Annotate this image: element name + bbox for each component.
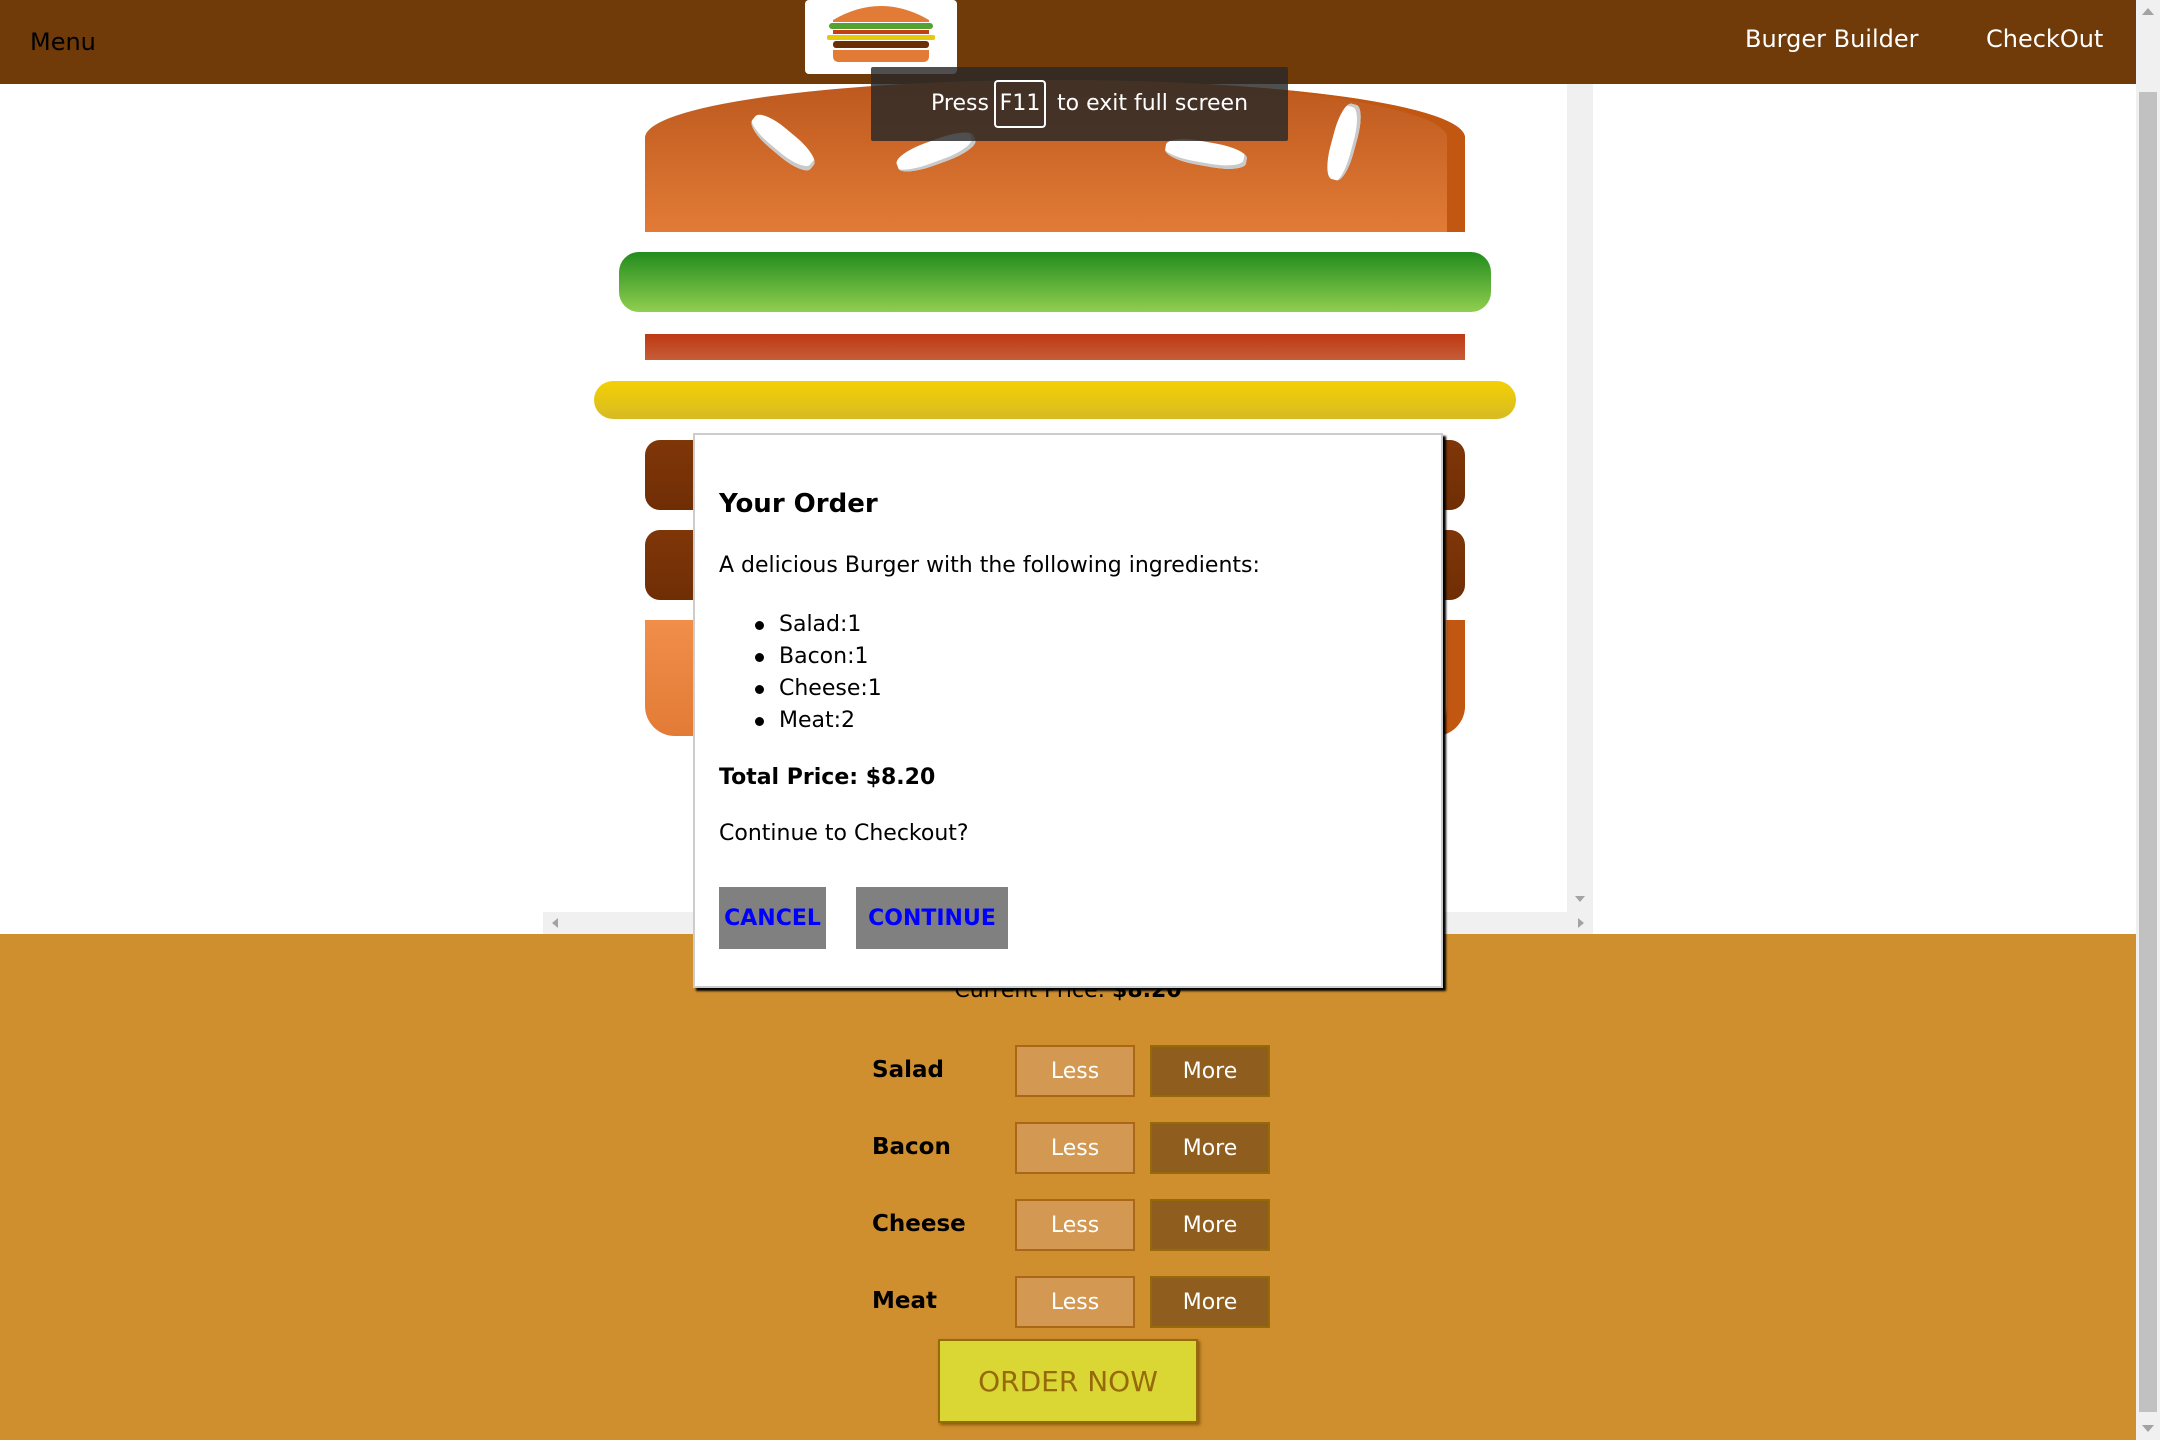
meat-less-button[interactable]: Less — [1015, 1276, 1135, 1328]
page-scrollbar-thumb[interactable] — [2139, 92, 2157, 1412]
meat-more-button[interactable]: More — [1150, 1276, 1270, 1328]
ingredient-label: Bacon — [872, 1134, 951, 1160]
menu-toggle[interactable]: Menu — [30, 28, 96, 56]
seed — [745, 108, 821, 177]
salad-more-button[interactable]: More — [1150, 1045, 1270, 1097]
list-item: Cheese:1 — [755, 673, 882, 705]
bacon-more-button[interactable]: More — [1150, 1122, 1270, 1174]
order-summary-modal: Your Order A delicious Burger with the f… — [693, 433, 1443, 988]
bullet-icon — [755, 685, 764, 694]
ingredient-summary: Cheese:1 — [779, 676, 882, 701]
burger-vertical-scrollbar[interactable] — [1567, 84, 1593, 914]
page-scrollbar[interactable] — [2136, 0, 2160, 1440]
continue-button[interactable]: CONTINUE — [856, 887, 1008, 949]
list-item: Meat:2 — [755, 705, 882, 737]
cancel-button[interactable]: CANCEL — [719, 887, 826, 949]
order-now-button[interactable]: ORDER NOW — [938, 1339, 1198, 1423]
f11-key: F11 — [994, 80, 1046, 128]
bullet-icon — [755, 717, 764, 726]
list-item: Salad:1 — [755, 609, 882, 641]
burger-logo-icon[interactable] — [805, 0, 957, 74]
salad-layer — [619, 252, 1491, 312]
bacon-layer — [645, 334, 1465, 360]
nav-burger-builder[interactable]: Burger Builder — [1745, 25, 1919, 53]
ingredient-label: Cheese — [872, 1211, 966, 1237]
cheese-more-button[interactable]: More — [1150, 1199, 1270, 1251]
fullscreen-notice-prefix: Press — [931, 91, 989, 116]
ingredient-list: Salad:1 Bacon:1 Cheese:1 Meat:2 — [755, 609, 882, 737]
bullet-icon — [755, 653, 764, 662]
ingredient-label: Salad — [872, 1057, 944, 1083]
scroll-down-icon[interactable] — [1575, 896, 1585, 902]
ingredient-summary: Salad:1 — [779, 612, 862, 637]
fullscreen-notice-suffix: to exit full screen — [1057, 91, 1249, 116]
control-row-cheese: Cheese Less More — [872, 1199, 1272, 1251]
modal-description: A delicious Burger with the following in… — [719, 553, 1260, 578]
checkout-question: Continue to Checkout? — [719, 821, 969, 846]
bullet-icon — [755, 621, 764, 630]
ingredient-label: Meat — [872, 1288, 938, 1314]
ingredient-summary: Bacon:1 — [779, 644, 869, 669]
list-item: Bacon:1 — [755, 641, 882, 673]
nav-checkout[interactable]: CheckOut — [1986, 25, 2103, 53]
fullscreen-notice: Press F11 to exit full screen — [871, 67, 1288, 141]
salad-less-button[interactable]: Less — [1015, 1045, 1135, 1097]
scroll-left-icon[interactable] — [552, 918, 558, 928]
cheese-less-button[interactable]: Less — [1015, 1199, 1135, 1251]
control-row-bacon: Bacon Less More — [872, 1122, 1272, 1174]
control-row-meat: Meat Less More — [872, 1276, 1272, 1328]
cheese-layer — [594, 381, 1516, 419]
bacon-less-button[interactable]: Less — [1015, 1122, 1135, 1174]
seed — [1322, 101, 1366, 183]
total-price: Total Price: $8.20 — [719, 765, 936, 790]
ingredient-summary: Meat:2 — [779, 708, 856, 733]
scroll-right-icon[interactable] — [1578, 918, 1584, 928]
scroll-up-icon[interactable] — [2142, 8, 2154, 15]
scroll-down-icon[interactable] — [2142, 1425, 2154, 1432]
control-row-salad: Salad Less More — [872, 1045, 1272, 1097]
build-controls: Current Price: $8.20 Salad Less More Bac… — [0, 934, 2136, 1440]
modal-title: Your Order — [719, 489, 878, 519]
